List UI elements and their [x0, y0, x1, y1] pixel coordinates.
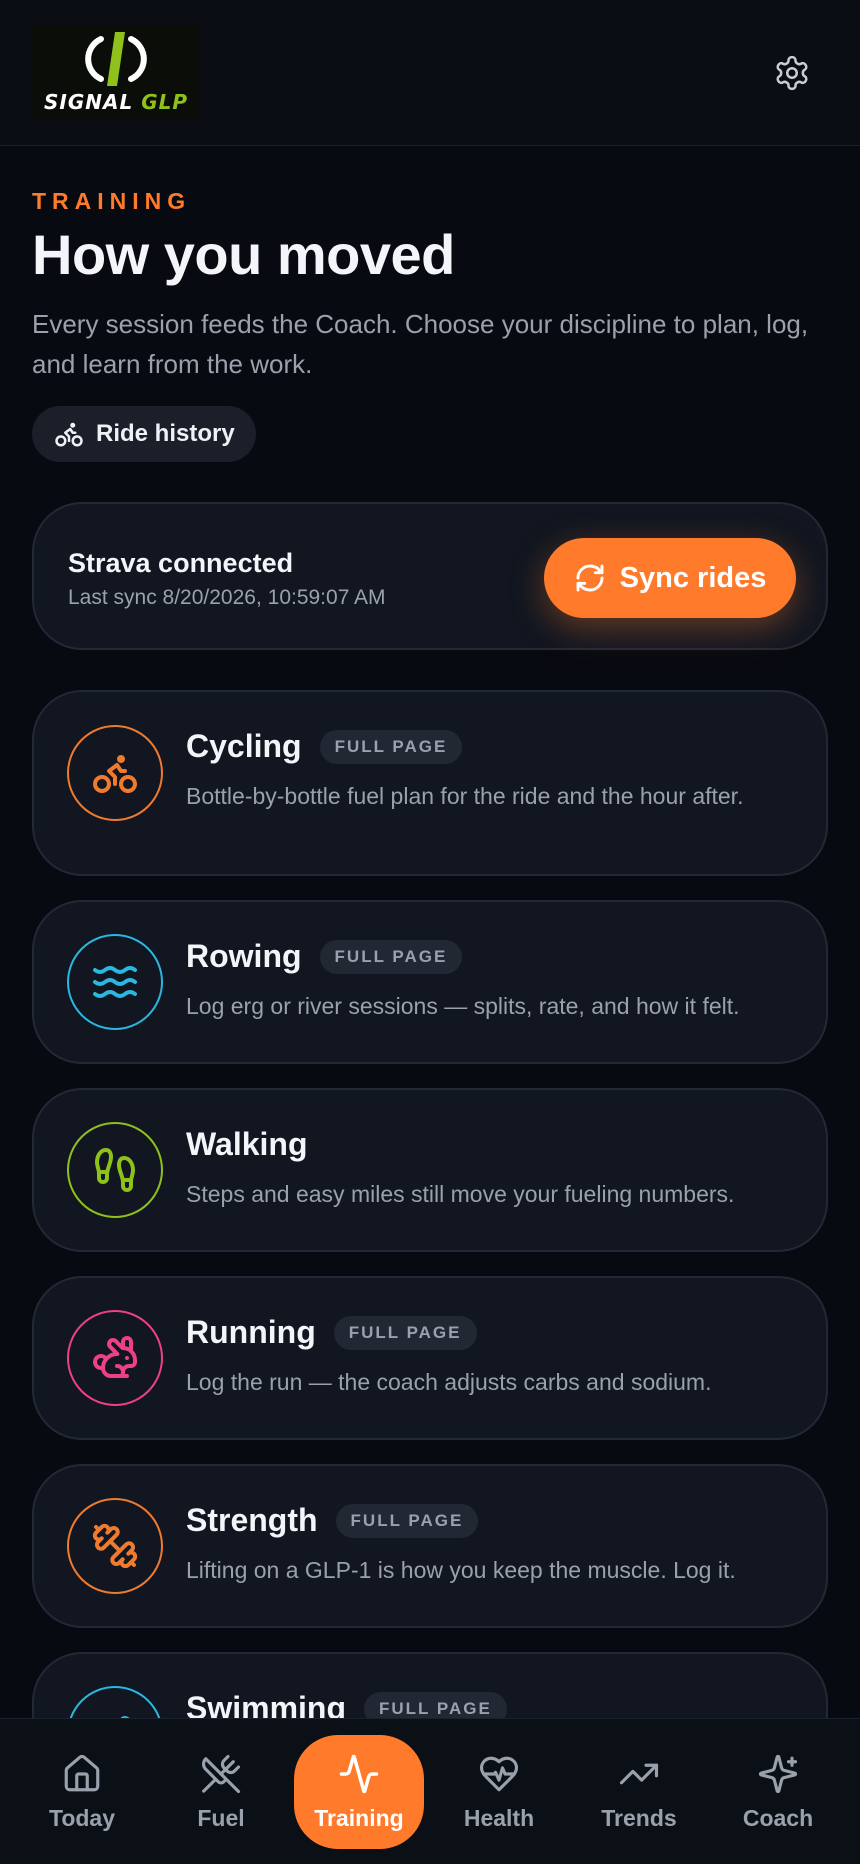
walking-icon-badge [67, 1122, 163, 1218]
nav-fuel[interactable]: Fuel [156, 1735, 286, 1849]
card-title-row: Running FULL PAGE [186, 1314, 477, 1351]
page-title: How you moved [32, 223, 455, 286]
nav-trends[interactable]: Trends [574, 1735, 704, 1849]
waves-icon [93, 966, 137, 998]
card-description: Log the run — the coach adjusts carbs an… [186, 1369, 712, 1395]
nav-coach-label: Coach [742, 1804, 814, 1831]
card-title: Running [186, 1314, 316, 1350]
card-description: Steps and easy miles still move your fue… [186, 1181, 735, 1207]
rowing-icon-badge [67, 934, 163, 1030]
discipline-card-walking[interactable]: Walking Steps and easy miles still move … [32, 1088, 828, 1252]
bottom-nav: Today Fuel Training Health Trends Coach [0, 1718, 860, 1864]
card-title-row: Strength FULL PAGE [186, 1502, 479, 1539]
utensils-icon [202, 1754, 241, 1793]
strava-last-sync: Last sync 8/20/2026, 10:59:07 AM [68, 586, 386, 609]
card-title: Rowing [186, 938, 302, 974]
dumbbell-icon [92, 1523, 138, 1569]
nav-training-label: Training [314, 1804, 404, 1831]
nav-training[interactable]: Training [294, 1735, 424, 1849]
running-icon-badge [67, 1310, 163, 1406]
discipline-card-strength[interactable]: Strength FULL PAGE Lifting on a GLP-1 is… [32, 1464, 828, 1628]
discipline-card-cycling[interactable]: Cycling FULL PAGE Bottle-by-bottle fuel … [32, 690, 828, 876]
cycling-icon-badge [67, 725, 163, 821]
discipline-card-running[interactable]: Running FULL PAGE Log the run — the coac… [32, 1276, 828, 1440]
logo-mark-icon [85, 32, 147, 86]
bike-icon [55, 422, 83, 447]
full-page-badge: FULL PAGE [319, 729, 463, 764]
sync-rides-label: Sync rides [619, 561, 767, 594]
footprints-icon [94, 1148, 136, 1192]
full-page-badge: FULL PAGE [333, 1315, 477, 1350]
ride-history-button[interactable]: Ride history [32, 406, 256, 462]
nav-today-label: Today [48, 1804, 116, 1831]
refresh-icon [576, 564, 604, 592]
card-title: Cycling [186, 728, 302, 764]
strava-status-card: Strava connected Last sync 8/20/2026, 10… [32, 502, 828, 650]
section-eyebrow: TRAINING [32, 188, 192, 214]
nav-today[interactable]: Today [17, 1735, 147, 1849]
strength-icon-badge [67, 1498, 163, 1594]
card-description: Log erg or river sessions — splits, rate… [186, 993, 740, 1019]
logo-wordmark: SIGNAL GLP [43, 90, 189, 114]
nav-coach[interactable]: Coach [713, 1735, 843, 1849]
activity-icon [339, 1754, 379, 1793]
card-title-row: Walking [186, 1126, 307, 1163]
heart-pulse-icon [479, 1756, 519, 1791]
card-title-row: Rowing FULL PAGE [186, 938, 463, 975]
card-title-row: Cycling FULL PAGE [186, 728, 463, 765]
app-header: SIGNAL GLP [0, 0, 860, 146]
nav-trends-label: Trends [601, 1804, 677, 1831]
nav-health-label: Health [463, 1804, 535, 1831]
trending-up-icon [619, 1763, 659, 1784]
settings-button[interactable] [766, 50, 818, 96]
home-icon [64, 1754, 100, 1791]
gear-icon [776, 55, 808, 91]
ride-history-label: Ride history [96, 420, 235, 447]
nav-fuel-label: Fuel [197, 1804, 245, 1831]
card-description: Bottle-by-bottle fuel plan for the ride … [186, 783, 744, 809]
strava-status-title: Strava connected [68, 548, 294, 578]
card-description: Lifting on a GLP-1 is how you keep the m… [186, 1557, 736, 1583]
card-title: Strength [186, 1502, 318, 1538]
discipline-card-rowing[interactable]: Rowing FULL PAGE Log erg or river sessio… [32, 900, 828, 1064]
rabbit-icon [93, 1336, 137, 1378]
nav-health[interactable]: Health [434, 1735, 564, 1849]
full-page-badge: FULL PAGE [335, 1503, 479, 1538]
card-title: Walking [186, 1126, 308, 1162]
full-page-badge: FULL PAGE [319, 939, 463, 974]
signal-glp-logo[interactable]: SIGNAL GLP [32, 26, 200, 120]
sparkles-icon [758, 1754, 798, 1793]
bike-icon [93, 755, 137, 793]
page-subtitle: Every session feeds the Coach. Choose yo… [32, 309, 809, 379]
sync-rides-button[interactable]: Sync rides [544, 538, 796, 618]
